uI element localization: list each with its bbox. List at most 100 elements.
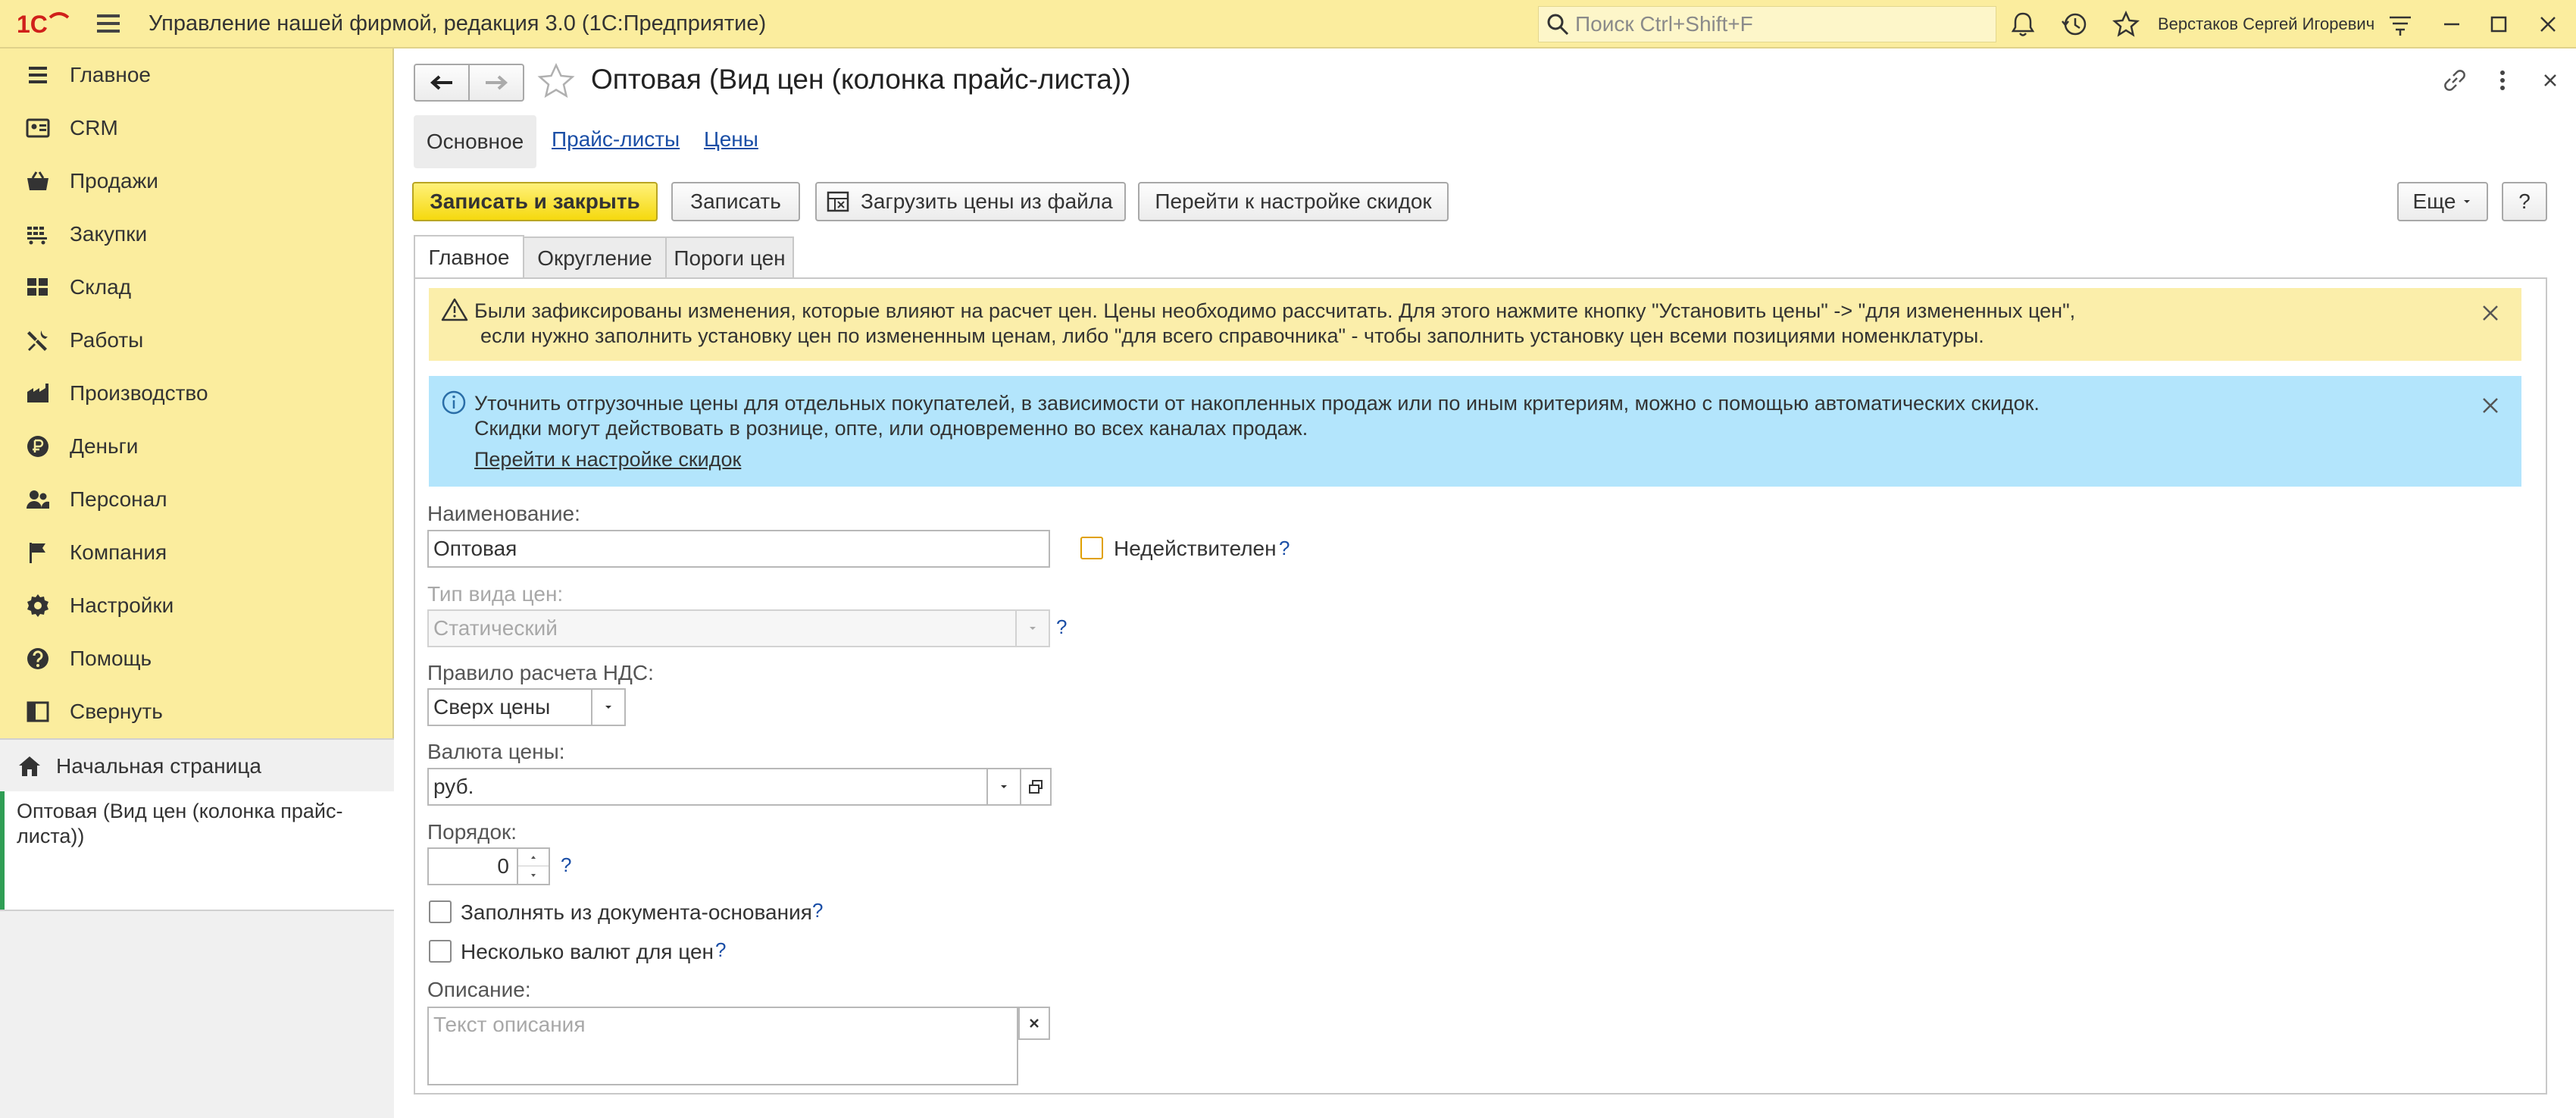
- vat-rule-value: Сверх цены: [433, 695, 551, 719]
- nav-tab-prices[interactable]: Цены: [704, 127, 758, 152]
- stepper-down-icon[interactable]: [518, 866, 549, 884]
- help-button[interactable]: ?: [2502, 182, 2547, 221]
- favorites-icon[interactable]: [2112, 9, 2140, 39]
- tab-main[interactable]: Главное: [414, 235, 524, 279]
- sidebar-item-6[interactable]: Производство: [0, 367, 392, 420]
- sidebar-item-4[interactable]: Склад: [0, 261, 392, 314]
- title-bar: 1C Управление нашей фирмой, редакция 3.0…: [0, 0, 2576, 49]
- history-icon[interactable]: [2061, 9, 2088, 39]
- info-text-line2: Скидки могут действовать в рознице, опте…: [474, 417, 1308, 440]
- main-menu-icon[interactable]: [97, 8, 127, 39]
- price-type-help-icon[interactable]: ?: [1056, 615, 1067, 639]
- order-help-icon[interactable]: ?: [561, 853, 571, 877]
- people-icon: [23, 484, 53, 515]
- home-page-label: Начальная страница: [56, 754, 261, 778]
- home-page-link[interactable]: Начальная страница: [0, 740, 394, 793]
- home-icon: [19, 756, 40, 776]
- back-button[interactable]: [414, 64, 470, 102]
- settings-lines-icon[interactable]: [2387, 9, 2414, 39]
- info-icon: [441, 390, 467, 421]
- ruble-icon: [23, 431, 53, 462]
- multi-currency-checkbox[interactable]: [429, 940, 452, 963]
- load-prices-label: Загрузить цены из файла: [861, 189, 1113, 213]
- discount-settings-button[interactable]: Перейти к настройке скидок: [1138, 182, 1449, 221]
- notifications-icon[interactable]: [2009, 9, 2037, 39]
- name-input[interactable]: Оптовая: [427, 530, 1050, 568]
- sidebar-item-label: Свернуть: [70, 700, 163, 723]
- invalid-label: Недействителен: [1114, 537, 1277, 560]
- sidebar-item-3[interactable]: Закупки: [0, 208, 392, 261]
- factory-icon: [23, 378, 53, 409]
- multi-currency-help-icon[interactable]: ?: [715, 938, 726, 962]
- close-info-icon[interactable]: [2479, 394, 2502, 422]
- order-stepper[interactable]: [517, 847, 550, 885]
- sidebar-item-12[interactable]: Свернуть: [0, 685, 392, 738]
- sidebar-item-label: Персонал: [70, 487, 167, 511]
- link-icon[interactable]: [2440, 65, 2470, 101]
- sidebar-item-0[interactable]: Главное: [0, 49, 392, 102]
- close-form-icon[interactable]: [2535, 65, 2565, 101]
- sidebar-item-11[interactable]: Помощь: [0, 632, 392, 685]
- basket-icon: [23, 166, 53, 196]
- close-app-icon[interactable]: [2534, 9, 2562, 39]
- arrow-right-icon: [486, 75, 508, 90]
- price-type-value: Статический: [433, 616, 558, 640]
- nav-tab-main[interactable]: Основное: [414, 115, 536, 168]
- sections-panel: Главное CRM Продажи Закупки Склад Работы Произ…: [0, 49, 394, 1118]
- open-window-item[interactable]: Оптовая (Вид цен (колонка прайс-листа)): [0, 791, 394, 910]
- sidebar-item-7[interactable]: Деньги: [0, 420, 392, 473]
- stepper-up-icon[interactable]: [518, 849, 549, 866]
- sidebar-item-9[interactable]: Компания: [0, 526, 392, 579]
- sidebar-item-5[interactable]: Работы: [0, 314, 392, 367]
- sidebar-item-label: Помощь: [70, 647, 152, 670]
- clear-description-button[interactable]: [1018, 1007, 1050, 1040]
- invalid-checkbox[interactable]: [1080, 537, 1103, 559]
- sidebar-item-label: Настройки: [70, 593, 174, 617]
- fill-from-document-help-icon[interactable]: ?: [812, 899, 823, 922]
- spreadsheet-icon: [827, 191, 849, 212]
- user-name[interactable]: Верстаков Сергей Игоревич: [2158, 0, 2374, 49]
- description-textarea[interactable]: Текст описания: [427, 1007, 1018, 1085]
- info-text-line1: Уточнить отгрузочные цены для отдельных …: [474, 392, 2040, 415]
- name-label: Наименование:: [427, 502, 580, 525]
- tab-price-thresholds[interactable]: Пороги цен: [665, 236, 794, 279]
- crm-icon: [23, 113, 53, 143]
- search-icon: [1547, 14, 1569, 36]
- search-input[interactable]: Поиск Ctrl+Shift+F: [1538, 6, 1996, 42]
- vat-rule-dropdown-button[interactable]: [591, 688, 626, 726]
- save-and-close-button[interactable]: Записать и закрыть: [412, 182, 658, 221]
- load-prices-button[interactable]: Загрузить цены из файла: [815, 182, 1126, 221]
- more-actions-icon[interactable]: [2491, 65, 2514, 101]
- sidebar-item-label: Компания: [70, 540, 167, 564]
- currency-open-button[interactable]: [1020, 768, 1052, 806]
- 1c-logo: 1C: [17, 8, 70, 39]
- vat-rule-select[interactable]: Сверх цены: [427, 688, 626, 726]
- more-button[interactable]: Еще: [2397, 182, 2488, 221]
- close-warning-icon[interactable]: [2479, 302, 2502, 330]
- save-button[interactable]: Записать: [671, 182, 800, 221]
- app-title: Управление нашей фирмой, редакция 3.0 (1…: [148, 11, 767, 36]
- menu-lines-icon: [23, 60, 53, 90]
- chevron-down-icon: [1030, 627, 1036, 630]
- favorite-star-icon[interactable]: [536, 62, 576, 107]
- forward-button[interactable]: [468, 64, 524, 102]
- sidebar-item-10[interactable]: Настройки: [0, 579, 392, 632]
- sidebar-item-1[interactable]: CRM: [0, 102, 392, 155]
- gear-icon: [23, 590, 53, 621]
- discount-settings-link[interactable]: Перейти к настройке скидок: [474, 447, 741, 472]
- invalid-help-icon[interactable]: ?: [1279, 537, 1290, 560]
- currency-dropdown-button[interactable]: [986, 768, 1021, 806]
- currency-select[interactable]: руб.: [427, 768, 1052, 806]
- order-label: Порядок:: [427, 820, 517, 844]
- tab-rounding[interactable]: Округление: [523, 236, 667, 279]
- nav-tab-price-lists[interactable]: Прайс-листы: [552, 127, 680, 152]
- minimize-icon[interactable]: [2438, 9, 2465, 39]
- maximize-icon[interactable]: [2485, 9, 2512, 39]
- fill-from-document-label: Заполнять из документа-основания: [461, 900, 812, 924]
- sidebar-item-8[interactable]: Персонал: [0, 473, 392, 526]
- sidebar-item-label: Производство: [70, 381, 208, 405]
- sidebar-item-2[interactable]: Продажи: [0, 155, 392, 208]
- flag-icon: [23, 537, 53, 568]
- fill-from-document-checkbox[interactable]: [429, 900, 452, 923]
- sidebar-item-label: Работы: [70, 328, 144, 352]
